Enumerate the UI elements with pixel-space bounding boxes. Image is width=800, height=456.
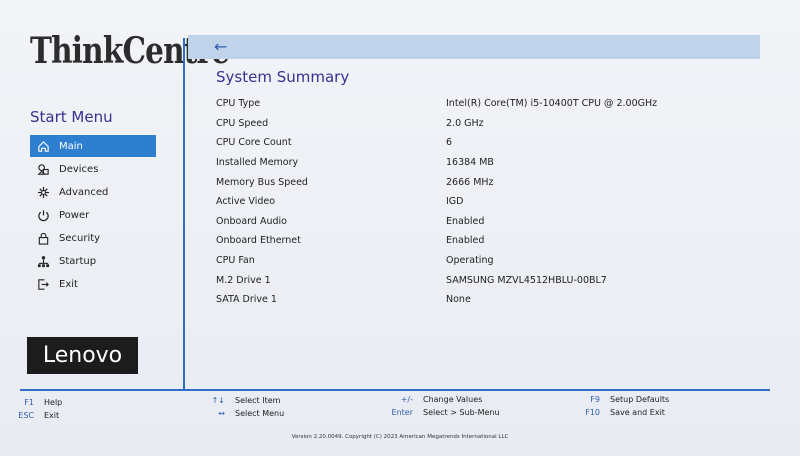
key-label: F1: [24, 398, 34, 407]
row-label: SATA Drive 1: [216, 294, 277, 306]
row-label: Installed Memory: [216, 157, 299, 169]
row-value: Intel(R) Core(TM) i5-10400T CPU @ 2.00GH…: [446, 98, 658, 110]
startup-icon: [34, 254, 52, 268]
summary-list: CPU Type Intel(R) Core(TM) i5-10400T CPU …: [216, 94, 756, 310]
menu-item-label: Advanced: [59, 186, 109, 198]
exit-icon: [34, 277, 52, 291]
menu-item-label: Security: [59, 232, 101, 244]
row-value: Enabled: [446, 215, 485, 227]
bios-screen: ThinkCentre Start Menu Main Devices Adva…: [0, 0, 800, 456]
summary-row: CPU Type Intel(R) Core(TM) i5-10400T CPU …: [216, 94, 756, 114]
key-hint-select-menu: ↔ Select Menu: [201, 409, 284, 418]
key-hint-setup-defaults: F9 Setup Defaults: [576, 395, 669, 404]
menu-item-security[interactable]: Security: [30, 227, 156, 249]
menu-item-exit[interactable]: Exit: [30, 273, 156, 295]
row-value: SAMSUNG MZVL4512HBLU-00BL7: [446, 274, 607, 286]
summary-row: Onboard Ethernet Enabled: [216, 231, 756, 251]
key-desc: Select > Sub-Menu: [423, 408, 500, 417]
summary-row: Onboard Audio Enabled: [216, 212, 756, 232]
row-value: 2.0 GHz: [446, 117, 484, 129]
key-hint-change-values: +/- Change Values: [389, 395, 483, 404]
key-desc: Select Menu: [235, 409, 285, 418]
horizontal-divider: [20, 389, 770, 391]
start-menu-title: Start Menu: [30, 108, 113, 126]
key-desc: Change Values: [423, 395, 483, 404]
row-label: Onboard Ethernet: [216, 235, 301, 247]
menu-item-label: Devices: [59, 163, 99, 175]
menu-item-devices[interactable]: Devices: [30, 158, 156, 180]
key-desc: Help: [44, 398, 63, 407]
row-label: Onboard Audio: [216, 215, 287, 227]
key-label: F9: [590, 395, 600, 404]
row-value: 6: [446, 137, 453, 149]
vertical-divider: [183, 38, 185, 390]
key-hint-save-exit: F10 Save and Exit: [576, 408, 665, 417]
key-hint-select-item: ↑↓ Select Item: [201, 396, 281, 405]
key-label: F10: [585, 408, 600, 417]
power-icon: [34, 208, 52, 222]
page-title: System Summary: [216, 68, 350, 86]
row-label: Memory Bus Speed: [216, 176, 308, 188]
header-bar: ←: [188, 35, 760, 59]
key-label: +/-: [400, 395, 413, 404]
summary-row: CPU Core Count 6: [216, 133, 756, 153]
summary-row: SATA Drive 1 None: [216, 290, 756, 310]
row-label: M.2 Drive 1: [216, 274, 271, 286]
row-value: 2666 MHz: [446, 176, 494, 188]
row-label: CPU Core Count: [216, 137, 292, 149]
lock-icon: [34, 231, 52, 245]
row-value: IGD: [446, 196, 464, 208]
menu-item-startup[interactable]: Startup: [30, 250, 156, 272]
summary-row: CPU Fan Operating: [216, 251, 756, 271]
summary-row: M.2 Drive 1 SAMSUNG MZVL4512HBLU-00BL7: [216, 270, 756, 290]
summary-row: Installed Memory 16384 MB: [216, 153, 756, 173]
version-copyright: Version 2.20.0049. Copyright (C) 2023 Am…: [291, 434, 509, 440]
key-desc: Setup Defaults: [610, 395, 670, 404]
key-label: ESC: [18, 411, 34, 420]
row-value: 16384 MB: [446, 157, 494, 169]
devices-icon: [34, 162, 52, 176]
menu-item-label: Exit: [59, 278, 78, 290]
menu-item-power[interactable]: Power: [30, 204, 156, 226]
key-desc: Exit: [44, 411, 60, 420]
key-label: ↑↓: [211, 396, 225, 405]
row-value: None: [446, 294, 471, 306]
key-label: ↔: [218, 409, 225, 418]
row-label: CPU Fan: [216, 255, 255, 267]
summary-row: Memory Bus Speed 2666 MHz: [216, 172, 756, 192]
menu-item-advanced[interactable]: Advanced: [30, 181, 156, 203]
menu-item-main[interactable]: Main: [30, 135, 156, 157]
summary-row: CPU Speed 2.0 GHz: [216, 114, 756, 134]
menu-item-label: Main: [59, 140, 83, 152]
key-desc: Select Item: [235, 396, 281, 405]
row-label: CPU Type: [216, 98, 261, 110]
start-menu: Main Devices Advanced Power Security Sta…: [30, 135, 156, 296]
key-label: Enter: [391, 408, 413, 417]
row-value: Enabled: [446, 235, 485, 247]
home-icon: [34, 139, 52, 153]
menu-item-label: Startup: [59, 255, 97, 267]
lenovo-logo: Lenovo: [27, 337, 138, 374]
back-arrow-icon[interactable]: ←: [214, 39, 232, 55]
key-hint-exit: ESC Exit: [10, 411, 59, 420]
key-hint-help: F1 Help: [10, 398, 62, 407]
advanced-icon: [34, 185, 52, 199]
row-label: Active Video: [216, 196, 276, 208]
summary-row: Active Video IGD: [216, 192, 756, 212]
key-desc: Save and Exit: [610, 408, 665, 417]
menu-item-label: Power: [59, 209, 90, 221]
key-hint-submenu: Enter Select > Sub-Menu: [389, 408, 500, 417]
row-value: Operating: [446, 255, 494, 267]
row-label: CPU Speed: [216, 117, 269, 129]
